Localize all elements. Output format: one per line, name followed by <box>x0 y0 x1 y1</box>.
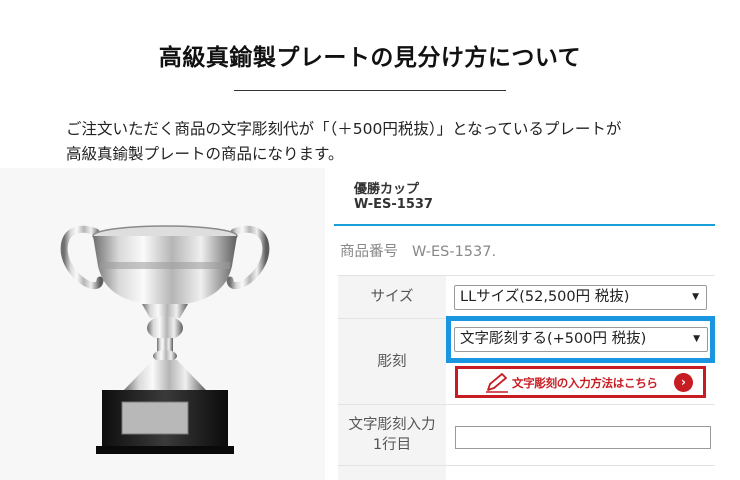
product-header: 優勝カップ W-ES-1537 <box>334 168 715 226</box>
page-title: 高級真鍮製プレートの見分け方について <box>158 45 582 71</box>
chevron-right-icon: › <box>674 373 693 392</box>
item-number-value: W-ES-1537. <box>412 244 497 260</box>
size-label: サイズ <box>338 276 446 318</box>
engrave-line1-label: 文字彫刻入力 1行目 <box>338 405 446 465</box>
product-code: W-ES-1537 <box>354 197 433 212</box>
title-divider <box>234 90 506 91</box>
intro-text: ご注文いただく商品の文字彫刻代が「（＋500円税抜）」となっているプレートが 高… <box>66 117 706 167</box>
engrave-select[interactable]: 文字彫刻する(+500円 税抜) ▼ <box>454 327 708 352</box>
engrave-label: 彫刻 <box>338 319 446 404</box>
next-label-cell <box>338 466 446 480</box>
size-select[interactable]: LLサイズ(52,500円 税抜) ▼ <box>454 285 707 310</box>
product-name: 優勝カップ <box>354 182 420 197</box>
engrave-instructions-link[interactable]: 文字彫刻の入力方法はこちら › <box>455 366 706 398</box>
item-number-label: 商品番号 <box>340 244 398 260</box>
chevron-down-icon: ▼ <box>693 334 700 344</box>
pencil-icon <box>486 373 508 393</box>
chevron-down-icon: ▼ <box>692 292 699 302</box>
engrave-link-text: 文字彫刻の入力方法はこちら <box>512 376 658 390</box>
intro-line-1: ご注文いただく商品の文字彫刻代が「（＋500円税抜）」となっているプレートが <box>66 120 622 138</box>
engrave-line1-input[interactable] <box>455 426 711 449</box>
intro-line-2: 高級真鍮製プレートの商品になります。 <box>66 145 344 163</box>
trophy-image <box>60 225 270 454</box>
item-number: 商品番号 W-ES-1537. <box>340 240 496 261</box>
